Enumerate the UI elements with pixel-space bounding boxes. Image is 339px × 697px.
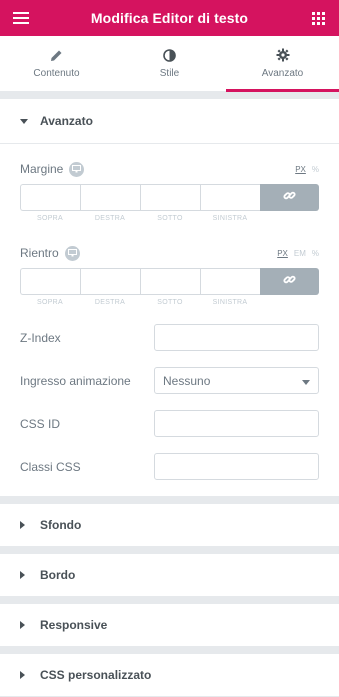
caret-right-icon [20, 519, 32, 531]
tab-label: Contenuto [33, 68, 80, 79]
zindex-row: Z-Index [20, 324, 319, 351]
pencil-icon [50, 48, 64, 62]
css-id-label: CSS ID [20, 416, 61, 431]
section-bordo-toggle[interactable]: Bordo [0, 554, 339, 596]
link-icon [283, 189, 296, 207]
panel-tabs: Contenuto Stile Avanzato [0, 36, 339, 92]
padding-control-header: Rientro PX EM % [20, 238, 319, 268]
caption-left: SINISTRA [212, 299, 248, 306]
caret-down-icon [20, 115, 32, 127]
margin-captions: SOPRA DESTRA SOTTO SINISTRA [20, 215, 319, 222]
unit-percent[interactable]: % [312, 165, 319, 174]
gear-icon [276, 48, 290, 62]
padding-right-input[interactable] [80, 268, 140, 295]
editor-panel: Modifica Editor di testo Contenuto Stile [0, 0, 339, 697]
section-responsive-toggle[interactable]: Responsive [0, 604, 339, 646]
padding-label: Rientro [20, 246, 59, 260]
caption-bottom: SOTTO [157, 299, 183, 306]
section-avanzato-toggle[interactable]: Avanzato [0, 99, 339, 143]
unit-px[interactable]: PX [295, 165, 306, 174]
responsive-desktop-icon[interactable] [69, 161, 85, 177]
link-icon [283, 273, 296, 291]
caption-right: DESTRA [94, 215, 126, 222]
margin-control-header: Margine PX % [20, 154, 319, 184]
css-classes-row: Classi CSS [20, 453, 319, 480]
divider [0, 92, 339, 99]
padding-bottom-input[interactable] [140, 268, 200, 295]
caret-right-icon [20, 619, 32, 631]
caption-right: DESTRA [94, 299, 126, 306]
margin-bottom-input[interactable] [140, 184, 200, 211]
padding-left-input[interactable] [200, 268, 260, 295]
widgets-grid-icon[interactable] [309, 9, 327, 27]
tab-label: Avanzato [261, 68, 304, 79]
section-title: CSS personalizzato [40, 668, 152, 682]
panel-header: Modifica Editor di testo [0, 0, 339, 36]
link-values-button[interactable] [260, 184, 319, 211]
link-values-button[interactable] [260, 268, 319, 295]
panel-title: Modifica Editor di testo [90, 10, 249, 26]
section-css-personalizzato-toggle[interactable]: CSS personalizzato [0, 654, 339, 696]
caret-right-icon [20, 669, 32, 681]
margin-left-input[interactable] [200, 184, 260, 211]
css-id-row: CSS ID [20, 410, 319, 437]
margin-units: PX % [295, 165, 319, 174]
tab-avanzato[interactable]: Avanzato [226, 36, 339, 92]
css-id-input[interactable] [154, 410, 319, 437]
css-classes-input[interactable] [154, 453, 319, 480]
padding-inputs [20, 268, 319, 295]
margin-right-input[interactable] [80, 184, 140, 211]
hamburger-menu-icon[interactable] [12, 9, 30, 27]
zindex-input[interactable] [154, 324, 319, 351]
chevron-down-icon [302, 374, 310, 388]
margin-top-input[interactable] [20, 184, 80, 211]
unit-px[interactable]: PX [277, 249, 288, 258]
section-sfondo-toggle[interactable]: Sfondo [0, 504, 339, 546]
animation-select[interactable]: Nessuno [154, 367, 319, 394]
margin-inputs [20, 184, 319, 211]
responsive-desktop-icon[interactable] [64, 245, 80, 261]
tab-stile[interactable]: Stile [113, 36, 226, 91]
caption-left: SINISTRA [212, 215, 248, 222]
section-title: Responsive [40, 618, 108, 632]
caption-top: SOPRA [36, 215, 63, 222]
unit-percent[interactable]: % [312, 249, 319, 258]
padding-top-input[interactable] [20, 268, 80, 295]
caption-top: SOPRA [36, 299, 63, 306]
half-circle-icon [163, 48, 177, 62]
tab-contenuto[interactable]: Contenuto [0, 36, 113, 91]
caption-bottom: SOTTO [157, 215, 183, 222]
section-avanzato-content: Margine PX % SOPRA DESTRA SOTTO SINISTRA… [0, 143, 339, 496]
section-title: Sfondo [40, 518, 82, 532]
padding-captions: SOPRA DESTRA SOTTO SINISTRA [20, 299, 319, 306]
unit-em[interactable]: EM [294, 249, 306, 258]
margin-label: Margine [20, 162, 64, 176]
caret-right-icon [20, 569, 32, 581]
section-title: Avanzato [40, 114, 93, 128]
animation-row: Ingresso animazione Nessuno [20, 367, 319, 394]
padding-units: PX EM % [277, 249, 319, 258]
css-classes-label: Classi CSS [20, 459, 81, 474]
zindex-label: Z-Index [20, 330, 61, 345]
tab-label: Stile [159, 68, 180, 79]
animation-select-value: Nessuno [163, 373, 211, 388]
animation-label: Ingresso animazione [20, 373, 131, 388]
section-title: Bordo [40, 568, 76, 582]
